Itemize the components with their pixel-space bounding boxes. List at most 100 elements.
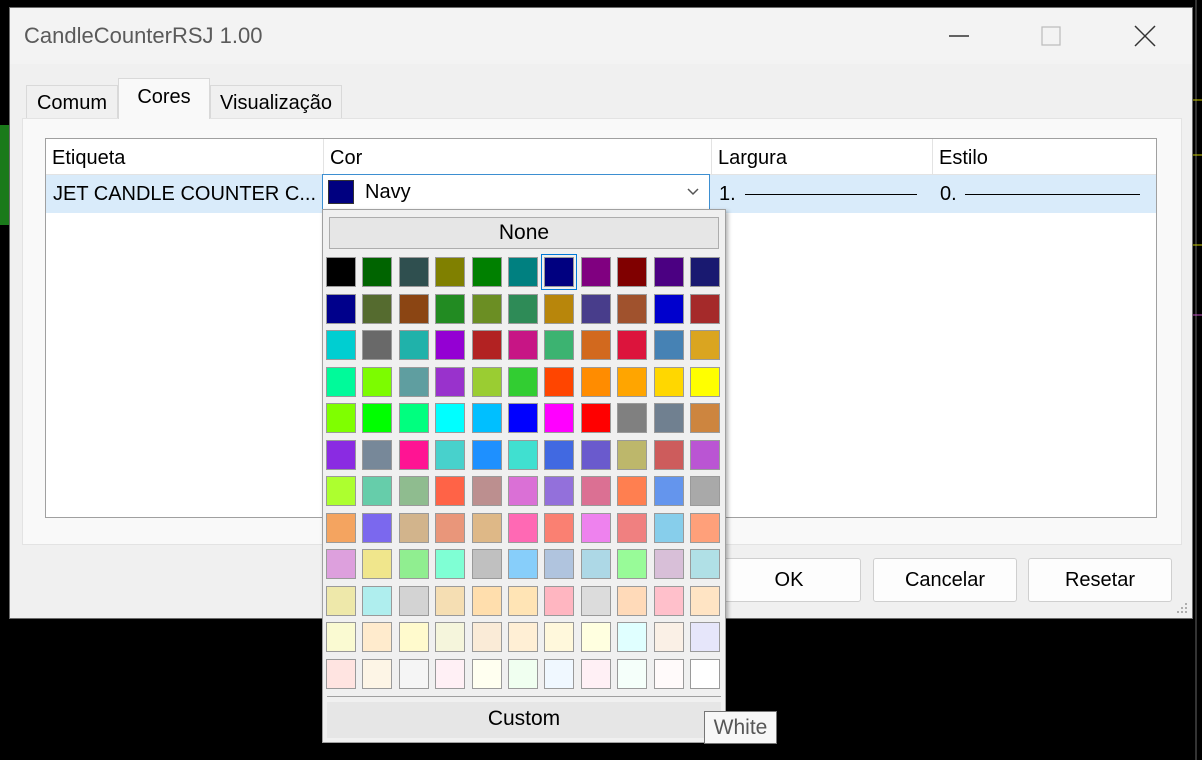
color-swatch[interactable] (544, 330, 575, 360)
color-swatch[interactable] (326, 476, 356, 506)
color-swatch[interactable] (690, 476, 720, 506)
color-swatch[interactable] (617, 622, 648, 652)
color-swatch[interactable] (435, 476, 466, 506)
color-swatch[interactable] (690, 257, 720, 287)
color-swatch[interactable] (398, 366, 429, 397)
color-swatch[interactable] (508, 293, 538, 324)
color-swatch[interactable] (690, 658, 720, 689)
color-swatch[interactable] (617, 658, 648, 689)
color-swatch[interactable] (398, 476, 429, 506)
color-swatch[interactable] (508, 476, 538, 506)
column-header-estilo[interactable]: Estilo (933, 139, 1156, 175)
color-swatch[interactable] (471, 257, 502, 287)
color-swatch[interactable] (653, 622, 684, 652)
color-swatch[interactable] (617, 293, 648, 324)
color-swatch[interactable] (398, 585, 429, 616)
color-swatch[interactable] (398, 622, 429, 652)
color-swatch[interactable] (362, 549, 393, 579)
color-swatch[interactable] (326, 257, 356, 287)
color-swatch[interactable] (617, 585, 648, 616)
color-swatch[interactable] (362, 293, 393, 324)
color-swatch[interactable] (362, 330, 393, 360)
tab-cores[interactable]: Cores (118, 78, 210, 119)
color-swatch[interactable] (398, 330, 429, 360)
color-swatch[interactable] (580, 585, 611, 616)
color-swatch[interactable] (544, 622, 575, 652)
color-swatch[interactable] (617, 439, 648, 470)
color-swatch[interactable] (435, 403, 466, 433)
color-swatch[interactable] (471, 476, 502, 506)
color-swatch[interactable] (580, 549, 611, 579)
color-swatch[interactable] (580, 658, 611, 689)
color-swatch[interactable] (435, 585, 466, 616)
color-swatch[interactable] (544, 585, 575, 616)
color-swatch[interactable] (653, 403, 684, 433)
color-swatch[interactable] (541, 254, 578, 290)
color-swatch[interactable] (580, 293, 611, 324)
color-swatch[interactable] (580, 476, 611, 506)
color-swatch[interactable] (435, 439, 466, 470)
color-swatch[interactable] (435, 257, 466, 287)
column-header-largura[interactable]: Largura (712, 139, 933, 175)
color-swatch[interactable] (580, 512, 611, 543)
color-swatch[interactable] (471, 658, 502, 689)
color-swatch[interactable] (326, 622, 356, 652)
color-swatch[interactable] (580, 403, 611, 433)
color-swatch[interactable] (398, 512, 429, 543)
color-swatch[interactable] (362, 476, 393, 506)
color-swatch[interactable] (653, 658, 684, 689)
color-swatch[interactable] (398, 293, 429, 324)
color-swatch[interactable] (508, 366, 538, 397)
color-swatch[interactable] (326, 293, 356, 324)
color-swatch[interactable] (653, 549, 684, 579)
color-swatch[interactable] (653, 330, 684, 360)
color-swatch[interactable] (471, 512, 502, 543)
color-swatch[interactable] (690, 330, 720, 360)
color-swatch[interactable] (326, 658, 356, 689)
color-swatch[interactable] (617, 330, 648, 360)
tab-visualizacao[interactable]: Visualização (210, 85, 342, 118)
color-swatch[interactable] (471, 549, 502, 579)
color-swatch[interactable] (362, 366, 393, 397)
color-swatch[interactable] (508, 549, 538, 579)
color-swatch[interactable] (690, 439, 720, 470)
color-swatch[interactable] (471, 622, 502, 652)
color-swatch[interactable] (617, 257, 648, 287)
color-swatch[interactable] (471, 439, 502, 470)
close-button[interactable] (1122, 14, 1168, 58)
color-swatch[interactable] (617, 476, 648, 506)
color-swatch[interactable] (544, 403, 575, 433)
color-swatch[interactable] (690, 512, 720, 543)
color-swatch[interactable] (435, 549, 466, 579)
color-swatch[interactable] (544, 439, 575, 470)
color-swatch[interactable] (690, 293, 720, 324)
color-swatch[interactable] (690, 622, 720, 652)
color-swatch[interactable] (580, 439, 611, 470)
minimize-button[interactable] (936, 14, 982, 58)
color-swatch[interactable] (471, 330, 502, 360)
color-swatch[interactable] (653, 439, 684, 470)
reset-button[interactable]: Resetar (1028, 558, 1172, 602)
color-swatch[interactable] (653, 512, 684, 543)
resize-grip-icon[interactable] (1174, 600, 1188, 614)
color-swatch[interactable] (398, 658, 429, 689)
color-swatch[interactable] (435, 366, 466, 397)
color-swatch[interactable] (326, 330, 356, 360)
color-swatch[interactable] (435, 330, 466, 360)
color-swatch[interactable] (508, 439, 538, 470)
color-swatch[interactable] (326, 366, 356, 397)
color-swatch[interactable] (471, 403, 502, 433)
color-swatch[interactable] (544, 366, 575, 397)
color-swatch[interactable] (580, 622, 611, 652)
color-swatch[interactable] (362, 257, 393, 287)
color-swatch[interactable] (362, 403, 393, 433)
color-swatch[interactable] (508, 257, 538, 287)
color-swatch[interactable] (435, 293, 466, 324)
color-swatch[interactable] (326, 439, 356, 470)
color-swatch[interactable] (653, 585, 684, 616)
color-swatch[interactable] (690, 366, 720, 397)
color-swatch[interactable] (544, 658, 575, 689)
color-swatch[interactable] (508, 330, 538, 360)
color-swatch[interactable] (653, 366, 684, 397)
color-swatch[interactable] (435, 512, 466, 543)
